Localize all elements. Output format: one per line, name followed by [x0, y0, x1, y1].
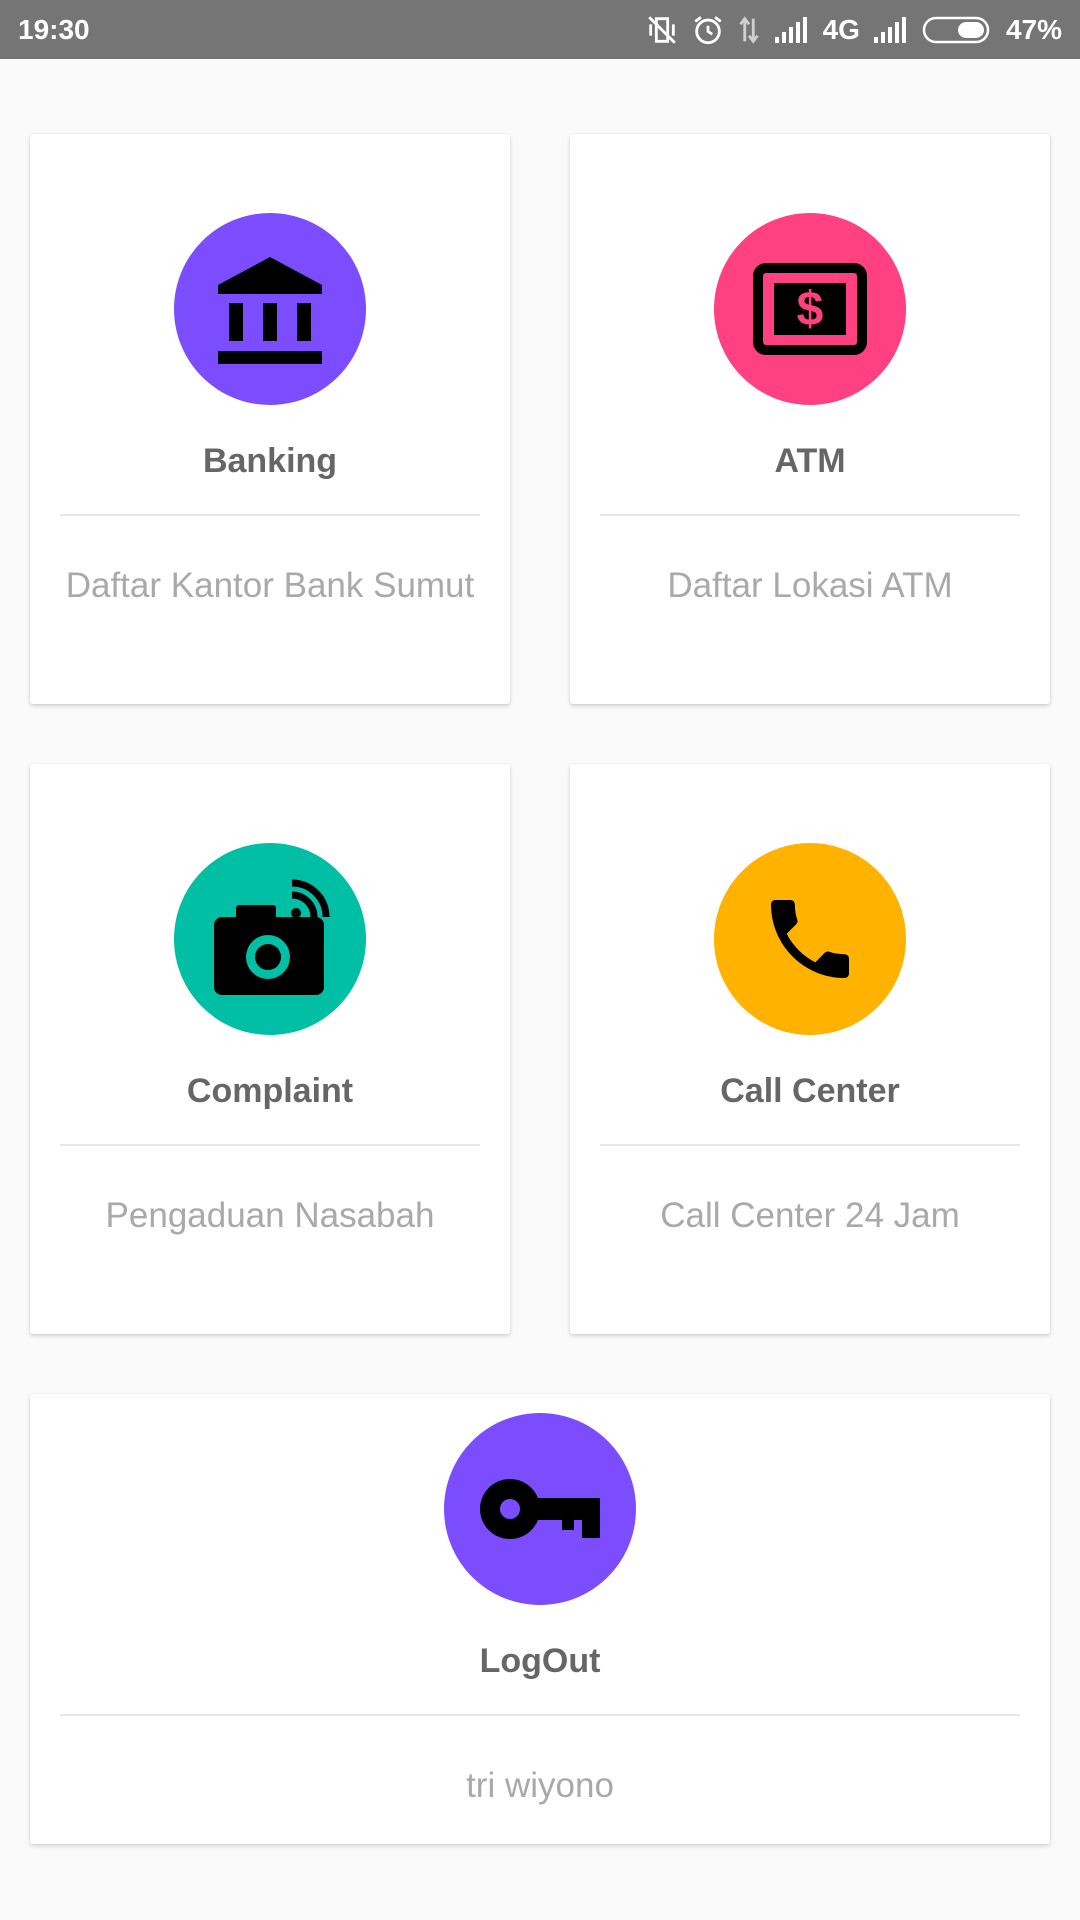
status-time: 19:30 — [18, 13, 90, 45]
divider — [60, 1144, 480, 1146]
status-icons: 4G 47% — [645, 13, 1062, 47]
signal-icon — [773, 15, 811, 45]
network-type: 4G — [822, 13, 860, 45]
complaint-card[interactable]: Complaint Pengaduan Nasabah — [30, 764, 510, 1334]
camera-icon — [174, 843, 366, 1035]
key-icon — [444, 1413, 636, 1605]
bank-icon — [174, 213, 366, 405]
phone-icon — [714, 843, 906, 1035]
svg-text:$: $ — [797, 283, 824, 336]
data-arrows-icon — [737, 13, 761, 47]
logout-card[interactable]: LogOut tri wiyono — [30, 1394, 1050, 1844]
banking-card[interactable]: Banking Daftar Kantor Bank Sumut — [30, 134, 510, 704]
complaint-subtitle: Pengaduan Nasabah — [105, 1196, 435, 1235]
status-bar: 19:30 4G 47% — [0, 0, 1080, 59]
alarm-icon — [691, 13, 725, 47]
vibrate-off-icon — [645, 13, 679, 47]
complaint-title: Complaint — [186, 1072, 354, 1110]
battery-percent: 47% — [1005, 13, 1062, 45]
divider — [60, 1714, 1020, 1716]
banking-subtitle: Daftar Kantor Bank Sumut — [65, 566, 475, 605]
divider — [600, 1144, 1020, 1146]
call-center-subtitle: Call Center 24 Jam — [660, 1196, 960, 1235]
atm-card[interactable]: $ ATM Daftar Lokasi ATM — [570, 134, 1050, 704]
battery-icon — [922, 15, 994, 45]
atm-money-icon: $ — [714, 213, 906, 405]
signal-icon — [872, 15, 910, 45]
call-center-card[interactable]: Call Center Call Center 24 Jam — [570, 764, 1050, 1334]
logout-title: LogOut — [479, 1642, 601, 1680]
atm-subtitle: Daftar Lokasi ATM — [667, 566, 953, 605]
logout-username: tri wiyono — [466, 1766, 614, 1805]
atm-title: ATM — [774, 442, 846, 480]
divider — [60, 514, 480, 516]
banking-title: Banking — [202, 442, 338, 480]
divider — [600, 514, 1020, 516]
call-center-title: Call Center — [720, 1072, 900, 1110]
